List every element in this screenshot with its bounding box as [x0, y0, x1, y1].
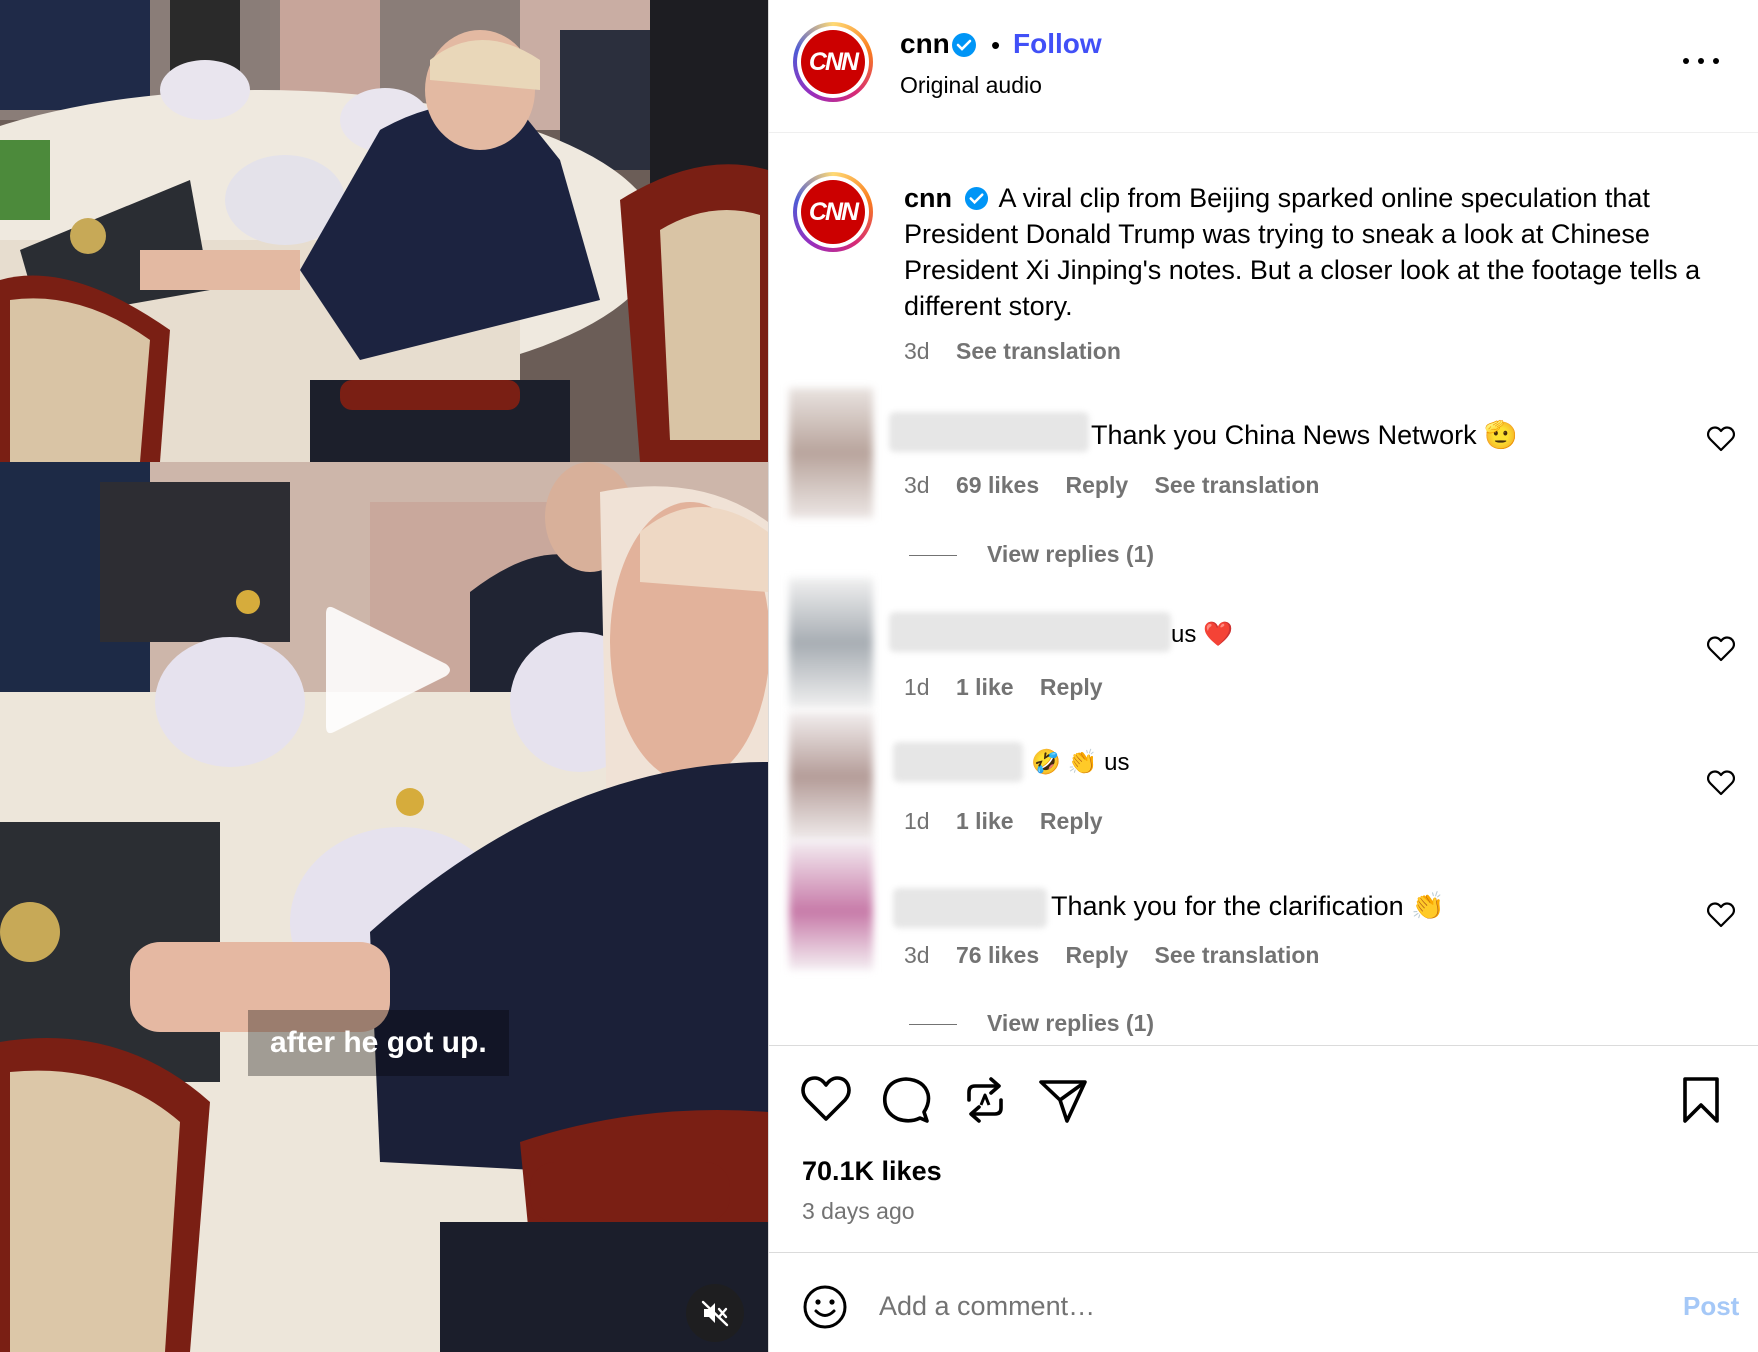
play-icon — [326, 606, 450, 734]
comment-time: 3d — [904, 472, 930, 498]
avatar[interactable] — [789, 712, 873, 842]
comment-input[interactable] — [879, 1279, 1579, 1333]
cnn-logo: CNN — [801, 180, 865, 244]
comment-likes[interactable]: 69 likes — [956, 472, 1039, 498]
comment-time: 3d — [904, 942, 930, 968]
verified-badge-icon — [964, 186, 988, 211]
video-frame-bottom — [0, 462, 768, 1352]
comment-time: 1d — [904, 674, 930, 700]
comment-text: 🤣 👏 us — [1031, 749, 1130, 776]
action-bar — [769, 1045, 1758, 1150]
comment-meta: 1d 1 like Reply — [904, 808, 1123, 835]
avatar[interactable] — [789, 388, 873, 518]
heart-icon[interactable] — [800, 1074, 852, 1126]
video-player[interactable]: after he got up. — [0, 0, 768, 1352]
username-blurred — [889, 612, 1171, 652]
caption-time: 3d — [904, 338, 930, 364]
see-translation-link[interactable]: See translation — [956, 338, 1121, 364]
post-button[interactable]: Post — [1683, 1291, 1739, 1322]
bookmark-icon[interactable] — [1675, 1074, 1727, 1126]
comment-meta: 3d 76 likes Reply See translation — [904, 942, 1339, 969]
username-blurred — [893, 888, 1047, 928]
video-caption: after he got up. — [248, 1010, 509, 1076]
view-replies-button[interactable]: View replies (1) — [909, 541, 1154, 568]
comment-text: Thank you China News Network 🫡 — [1091, 420, 1518, 450]
comment-text: Thank you for the clarification 👏 — [1051, 891, 1445, 921]
comment-likes[interactable]: 1 like — [956, 808, 1014, 834]
video-frame-top — [0, 0, 768, 462]
avatar[interactable] — [789, 840, 873, 970]
avatar[interactable]: CNN — [793, 22, 873, 102]
reply-button[interactable]: Reply — [1040, 674, 1103, 700]
mute-button[interactable] — [686, 1284, 744, 1342]
verified-badge-icon — [951, 32, 977, 63]
comment-likes[interactable]: 1 like — [956, 674, 1014, 700]
speaker-muted-icon — [701, 1300, 729, 1327]
likes-count[interactable]: 70.1K likes — [802, 1156, 942, 1187]
emoji-smile-icon[interactable] — [802, 1284, 848, 1330]
replies-divider-line — [909, 555, 957, 557]
caption-text: A viral clip from Beijing sparked online… — [904, 183, 1701, 321]
comment-time: 1d — [904, 808, 930, 834]
username-blurred — [893, 742, 1023, 782]
original-audio-link[interactable]: Original audio — [900, 72, 1042, 99]
post-timestamp: 3 days ago — [802, 1198, 915, 1224]
reply-button[interactable]: Reply — [1066, 472, 1129, 498]
comment-bubble-icon[interactable] — [880, 1074, 932, 1126]
caption-username[interactable]: cnn — [904, 183, 952, 213]
reply-button[interactable]: Reply — [1040, 808, 1103, 834]
separator-dot: • — [991, 30, 1001, 60]
share-paper-plane-icon[interactable] — [1037, 1074, 1089, 1126]
view-replies-button[interactable]: View replies (1) — [909, 1010, 1154, 1037]
post-header: CNN cnn • Follow Original audio — [769, 0, 1758, 133]
comment-bar: Post — [769, 1252, 1758, 1352]
reply-button[interactable]: Reply — [1066, 942, 1129, 968]
cnn-logo: CNN — [801, 30, 865, 94]
username[interactable]: cnn — [900, 28, 950, 60]
caption-meta: 3d See translation — [904, 338, 1141, 365]
comment-text: us ❤️ — [1171, 621, 1233, 648]
username-blurred — [889, 412, 1089, 452]
comment-like-heart-icon[interactable] — [1707, 426, 1735, 452]
comment-like-heart-icon[interactable] — [1707, 636, 1735, 662]
comment-likes[interactable]: 76 likes — [956, 942, 1039, 968]
see-translation-link[interactable]: See translation — [1155, 942, 1320, 968]
view-replies-label[interactable]: View replies (1) — [987, 1010, 1154, 1036]
comment-meta: 3d 69 likes Reply See translation — [904, 472, 1339, 499]
post-panel: CNN cnn • Follow Original audio CNN cnn … — [768, 0, 1758, 1352]
caption-text-block: cnn A viral clip from Beijing sparked on… — [904, 180, 1734, 324]
avatar[interactable]: CNN — [793, 172, 873, 252]
view-replies-label[interactable]: View replies (1) — [987, 541, 1154, 567]
replies-divider-line — [909, 1024, 957, 1026]
avatar[interactable] — [789, 578, 873, 708]
follow-button[interactable]: Follow — [1013, 28, 1102, 60]
comment-like-heart-icon[interactable] — [1707, 902, 1735, 928]
comment-meta: 1d 1 like Reply — [904, 674, 1123, 701]
more-options-icon[interactable] — [1681, 46, 1721, 76]
see-translation-link[interactable]: See translation — [1155, 472, 1320, 498]
play-button[interactable] — [320, 600, 460, 740]
comment-like-heart-icon[interactable] — [1707, 770, 1735, 796]
repost-icon[interactable] — [959, 1074, 1011, 1126]
